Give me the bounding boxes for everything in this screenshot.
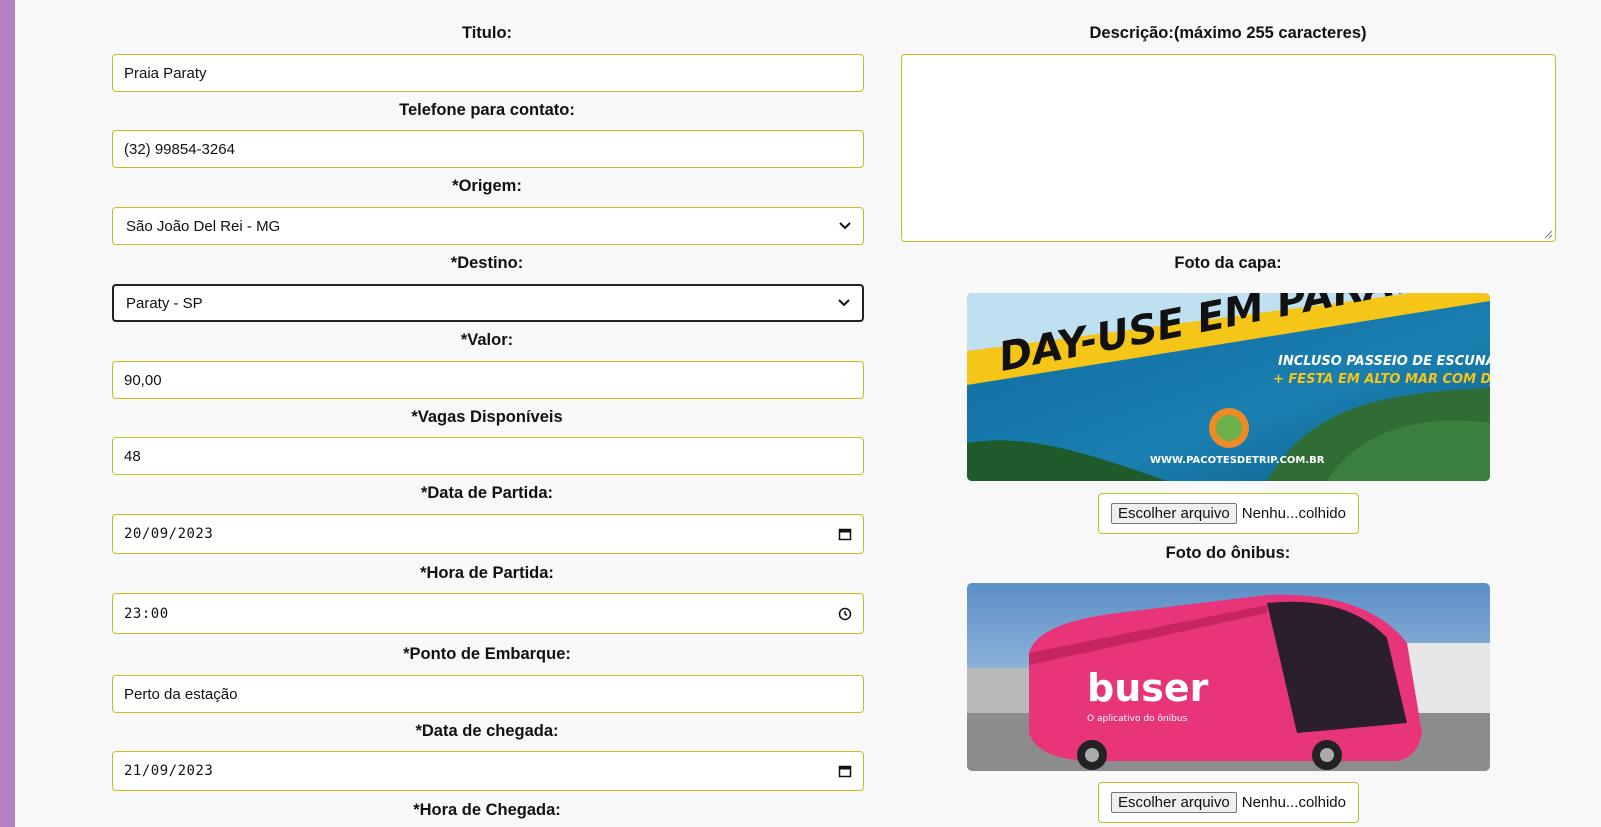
banner-line1: INCLUSO PASSEIO DE ESCUNA — [1278, 354, 1490, 369]
foto-onibus-image: buser O aplicativo do ônibus — [967, 583, 1490, 771]
data-partida-value: 20/09/2023 — [124, 526, 214, 542]
hora-partida-label: *Hora de Partida: — [420, 564, 554, 582]
calendar-icon[interactable] — [838, 527, 852, 541]
destino-label: *Destino: — [450, 254, 524, 272]
telefone-input[interactable]: (32) 99854-3264 — [112, 130, 864, 168]
valor-value: 90,00 — [124, 371, 162, 389]
file-status: Nenhu...colhido — [1241, 505, 1346, 522]
chevron-down-icon — [838, 219, 852, 233]
foto-capa-label: Foto da capa: — [1174, 254, 1282, 272]
telefone-label: Telefone para contato: — [399, 101, 575, 119]
vagas-label: *Vagas Disponíveis — [411, 408, 563, 426]
choose-file-button[interactable]: Escolher arquivo — [1111, 792, 1237, 813]
valor-input[interactable]: 90,00 — [112, 361, 864, 399]
data-partida-input[interactable]: 20/09/2023 — [112, 514, 864, 554]
left-sidebar-strip — [0, 0, 15, 827]
bus-tagline: O aplicativo do ônibus — [1087, 713, 1188, 724]
valor-label: *Valor: — [460, 331, 514, 349]
file-status: Nenhu...colhido — [1241, 794, 1346, 811]
banner-site: WWW.PACOTESDETRIP.COM.BR — [1150, 455, 1325, 466]
foto-onibus-label: Foto do ônibus: — [1165, 544, 1291, 562]
choose-file-button[interactable]: Escolher arquivo — [1111, 503, 1237, 524]
hora-partida-value: 23:00 — [124, 605, 169, 622]
banner-line2: + FESTA EM ALTO MAR COM DJ — [1273, 372, 1490, 387]
data-chegada-label: *Data de chegada: — [415, 722, 559, 740]
data-partida-label: *Data de Partida: — [420, 484, 554, 502]
descricao-label: Descrição:(máximo 255 caracteres) — [1089, 24, 1367, 42]
telefone-value: (32) 99854-3264 — [124, 140, 235, 158]
data-chegada-value: 21/09/2023 — [124, 763, 214, 779]
resize-grip-icon[interactable] — [1543, 229, 1553, 239]
titulo-label: Titulo: — [461, 24, 513, 42]
data-chegada-input[interactable]: 21/09/2023 — [112, 751, 864, 791]
descricao-textarea[interactable] — [901, 54, 1556, 242]
destino-value: Paraty - SP — [126, 294, 203, 312]
foto-capa-image: DAY-USE EM PARATY INCLUSO PASSEIO DE ESC… — [967, 293, 1490, 481]
hora-partida-input[interactable]: 23:00 — [112, 593, 864, 634]
chevron-down-icon — [837, 296, 851, 310]
calendar-icon[interactable] — [838, 764, 852, 778]
vagas-value: 48 — [124, 447, 141, 465]
origem-label: *Origem: — [452, 177, 522, 195]
titulo-input[interactable]: Praia Paraty — [112, 54, 864, 92]
hora-chegada-label: *Hora de Chegada: — [413, 801, 561, 819]
ponto-embarque-value: Perto da estação — [124, 685, 238, 703]
bus-brand: buser — [1087, 666, 1209, 710]
origem-value: São João Del Rei - MG — [126, 217, 281, 235]
clock-icon[interactable] — [838, 607, 852, 621]
destino-select[interactable]: Paraty - SP — [112, 284, 864, 322]
ponto-embarque-label: *Ponto de Embarque: — [403, 645, 571, 663]
vagas-input[interactable]: 48 — [112, 437, 864, 475]
origem-select[interactable]: São João Del Rei - MG — [112, 207, 864, 245]
ponto-embarque-input[interactable]: Perto da estação — [112, 675, 864, 713]
foto-onibus-file-input[interactable]: Escolher arquivo Nenhu...colhido — [1098, 782, 1359, 823]
titulo-value: Praia Paraty — [124, 64, 207, 82]
foto-capa-file-input[interactable]: Escolher arquivo Nenhu...colhido — [1098, 493, 1359, 534]
